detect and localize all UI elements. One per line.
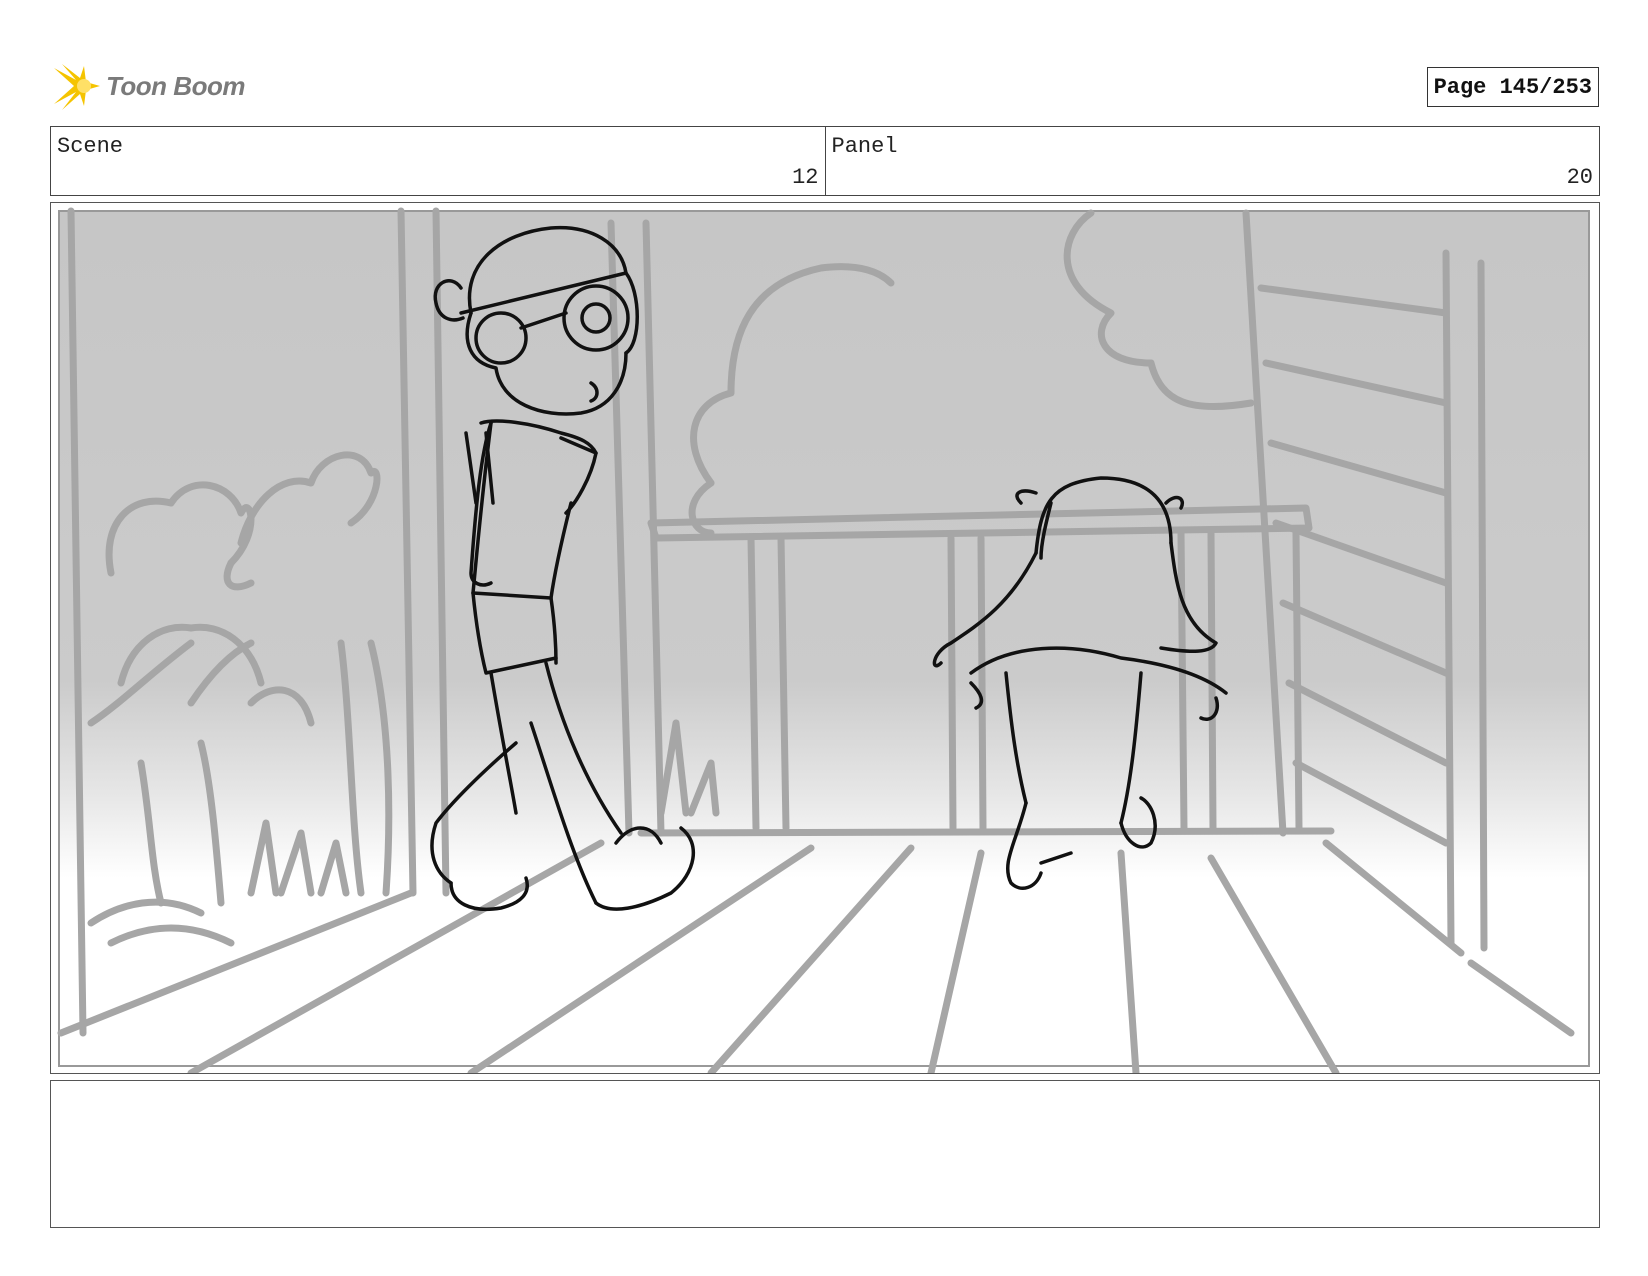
panel-label: Panel xyxy=(831,134,898,159)
scene-number: 12 xyxy=(792,165,819,190)
logo-text: Toon Boom xyxy=(106,70,245,101)
panel-cell: Panel 20 xyxy=(824,127,1600,195)
storyboard-panel-image xyxy=(50,202,1600,1074)
scene-cell: Scene 12 xyxy=(51,127,825,195)
page-indicator: Page 145/253 xyxy=(1426,67,1599,107)
storyboard-sketch xyxy=(57,207,1590,1073)
page-number-label: Page 145/253 xyxy=(1433,74,1592,100)
scene-panel-info-row: Scene 12 Panel 20 xyxy=(50,126,1600,196)
scene-label: Scene xyxy=(57,134,124,159)
panel-number: 20 xyxy=(1566,165,1593,190)
panel-notes-box xyxy=(50,1080,1600,1228)
starburst-logo-icon xyxy=(54,64,100,110)
toon-boom-logo: Toon Boom xyxy=(50,58,260,114)
